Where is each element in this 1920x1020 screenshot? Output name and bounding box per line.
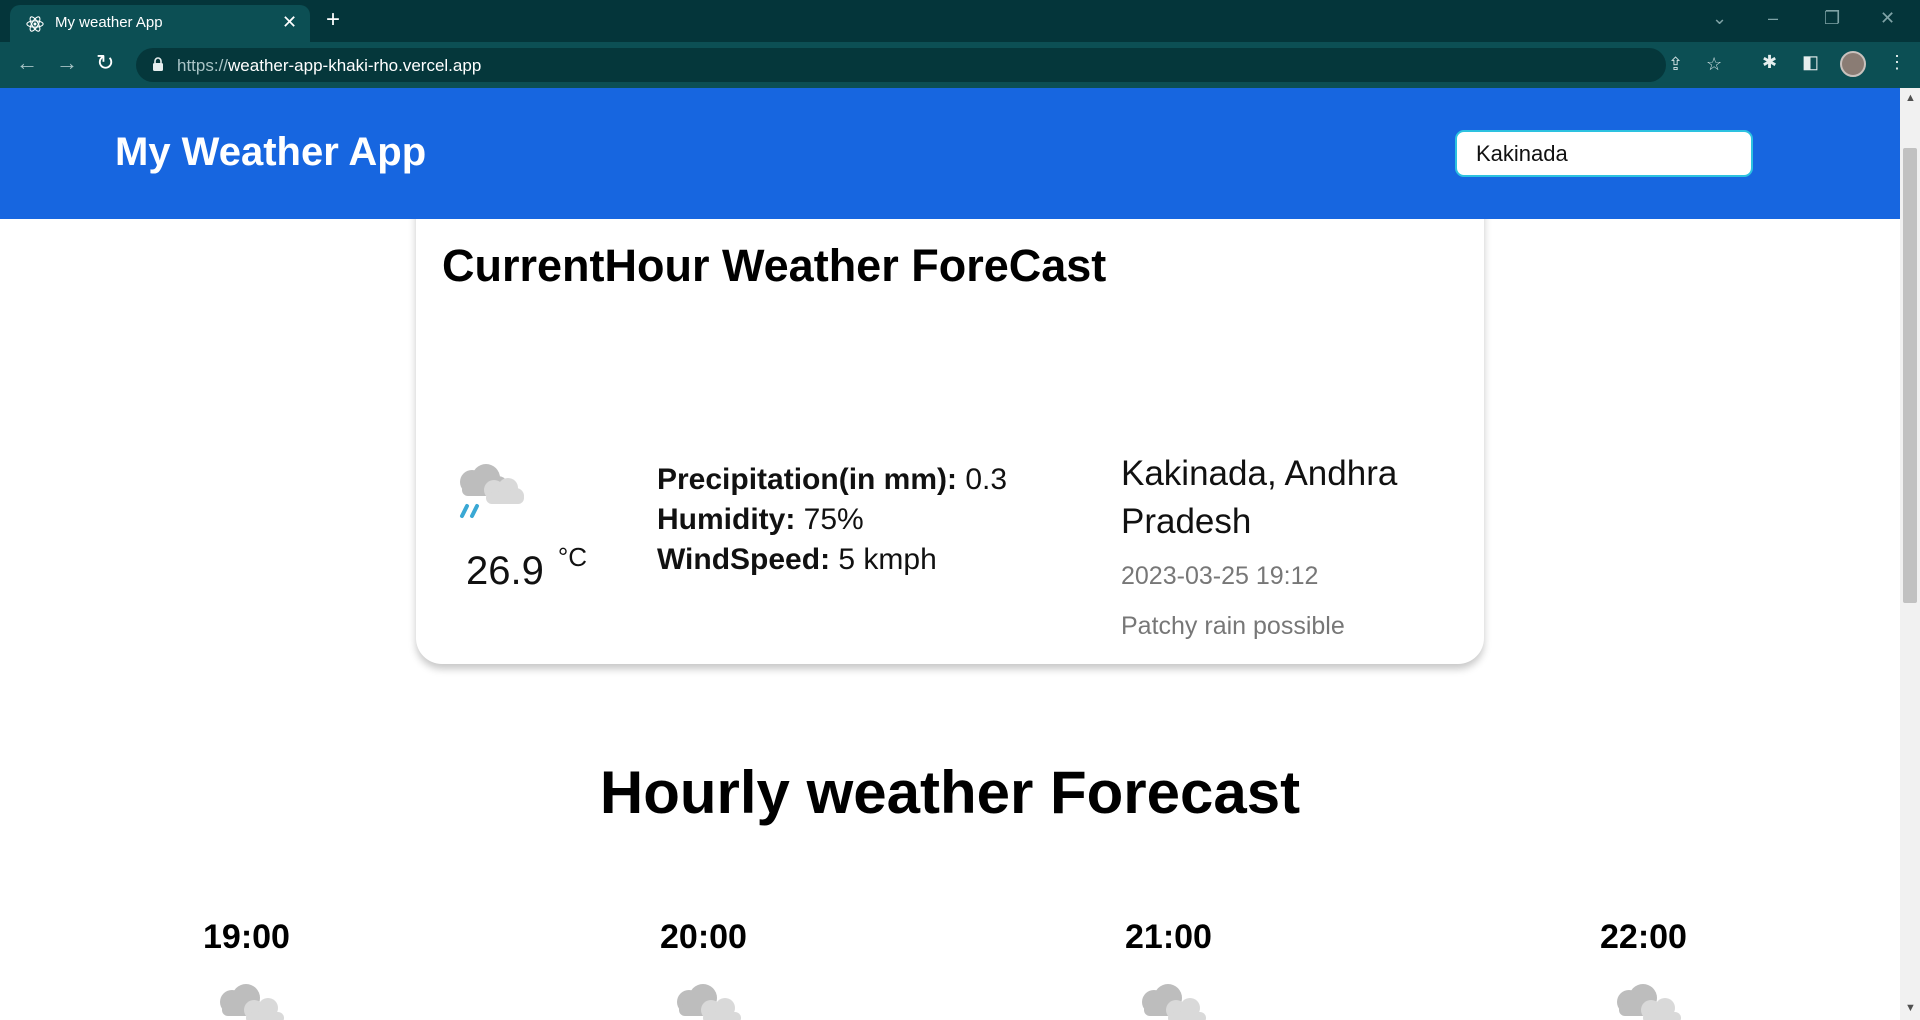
local-datetime: 2023-03-25 19:12 — [1121, 562, 1319, 590]
scroll-thumb[interactable] — [1903, 148, 1917, 603]
city-search-input[interactable] — [1455, 130, 1753, 177]
hourly-forecast-title: Hourly weather Forecast — [599, 759, 1301, 826]
share-icon[interactable]: ⇪ — [1668, 54, 1683, 75]
temperature-value: 26.9 — [466, 549, 544, 593]
hour-label: 21:00 — [1125, 918, 1212, 956]
patchy-rain-cloud-icon — [460, 464, 524, 518]
address-bar[interactable]: https://weather-app-khaki-rho.vercel.app… — [136, 48, 1722, 82]
restore-button[interactable]: ❐ — [1824, 8, 1840, 29]
profile-avatar[interactable] — [1840, 51, 1866, 77]
close-window-button[interactable]: ✕ — [1880, 8, 1895, 29]
forward-icon[interactable]: → — [56, 50, 78, 76]
hour-label: 19:00 — [203, 918, 290, 956]
hour-label: 22:00 — [1600, 918, 1687, 956]
react-icon — [26, 16, 44, 32]
scroll-down-arrow-icon[interactable]: ▼ — [1905, 1002, 1916, 1014]
reload-icon[interactable]: ↻ — [96, 50, 114, 76]
url-text[interactable]: https://weather-app-khaki-rho.vercel.app — [177, 56, 481, 76]
current-weather-title: CurrentHour Weather ForeCast — [442, 240, 1107, 291]
app-header: My Weather App — [0, 88, 1900, 219]
weather-stats: Precipitation(in mm): 0.3 Humidity: 75% … — [657, 460, 1007, 580]
new-tab-button[interactable]: + — [326, 6, 340, 34]
lock-icon — [153, 57, 163, 71]
patchy-rain-cloud-icon — [220, 984, 284, 1020]
temperature: 26.9 °C — [466, 542, 587, 594]
bookmark-star-icon[interactable]: ☆ — [1706, 54, 1722, 75]
patchy-rain-cloud-icon — [677, 984, 741, 1020]
stat-humidity: Humidity: 75% — [657, 503, 864, 536]
tab-title: My weather App — [55, 14, 163, 31]
stat-precipitation: Precipitation(in mm): 0.3 — [657, 463, 1008, 496]
weather-condition: Patchy rain possible — [1121, 612, 1345, 640]
app-title: My Weather App — [115, 130, 427, 174]
patchy-rain-cloud-icon — [1142, 984, 1206, 1020]
browser-toolbar: ← → ↻ https://weather-app-khaki-rho.verc… — [0, 42, 1920, 88]
browser-menu-icon[interactable]: ⋮ — [1888, 52, 1906, 73]
extensions-icon[interactable]: ✱ — [1762, 52, 1777, 73]
minimize-button[interactable]: – — [1768, 8, 1778, 29]
side-panel-icon[interactable]: ◧ — [1802, 52, 1819, 73]
tab-search-icon[interactable]: ⌄ — [1712, 8, 1727, 29]
page-viewport: My Weather App CurrentHour Weather ForeC… — [0, 88, 1900, 1020]
tab-close-icon[interactable]: ✕ — [282, 12, 297, 33]
stat-windspeed: WindSpeed: 5 kmph — [657, 543, 937, 576]
browser-tab[interactable]: My weather App ✕ — [10, 5, 310, 42]
hour-label: 20:00 — [660, 918, 747, 956]
browser-tab-strip: My weather App ✕ + ⌄ – ❐ ✕ — [0, 0, 1920, 42]
back-icon[interactable]: ← — [16, 50, 38, 76]
scroll-up-arrow-icon[interactable]: ▲ — [1905, 92, 1916, 104]
location-name: Kakinada, Andhra Pradesh — [1121, 454, 1398, 541]
temperature-unit: °C — [557, 542, 588, 572]
page-scrollbar[interactable]: ▲ ▼ — [1900, 88, 1920, 1020]
patchy-rain-cloud-icon — [1617, 984, 1681, 1020]
